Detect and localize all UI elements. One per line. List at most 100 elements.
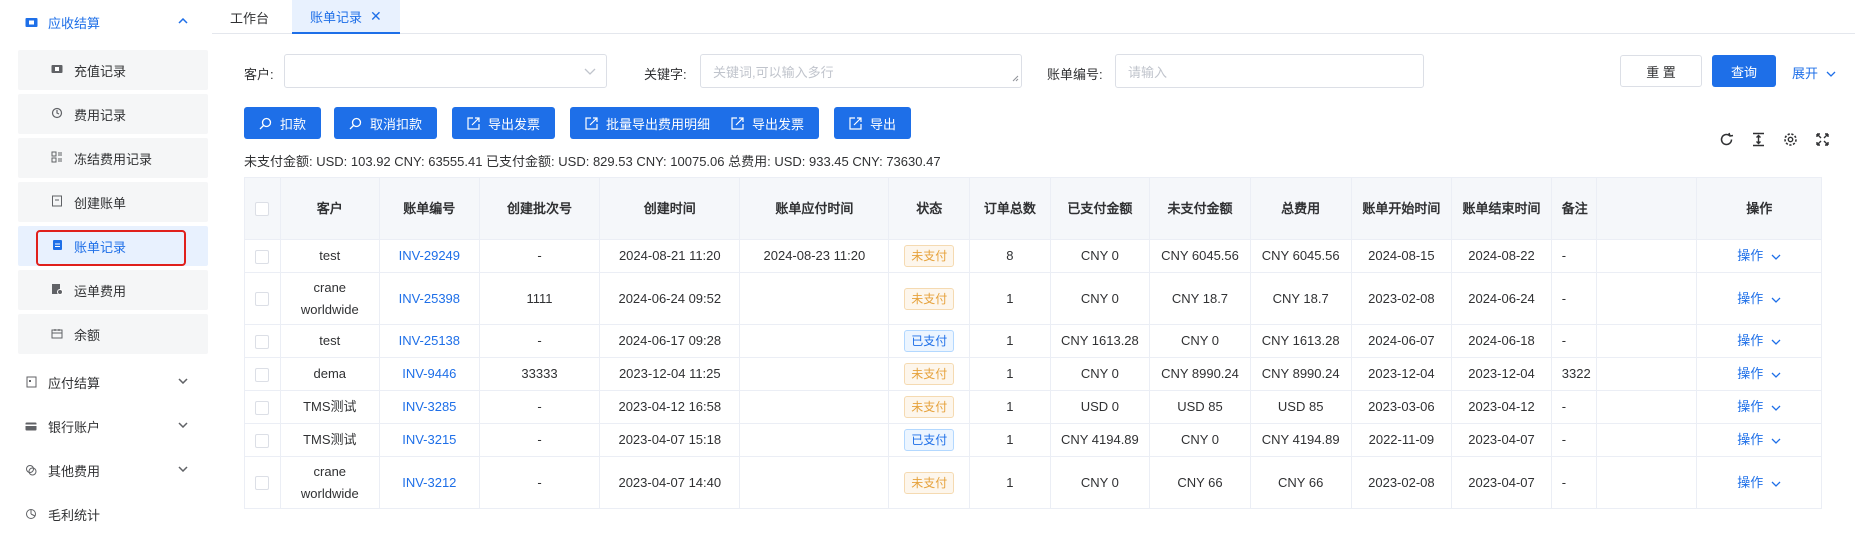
- cell-end: 2023-04-12: [1451, 390, 1552, 424]
- status-badge: 未支付: [904, 471, 955, 494]
- sidebar-item-waybill-fees[interactable]: 运单费用: [18, 270, 208, 310]
- col-start: 账单开始时间: [1350, 177, 1453, 240]
- export-invoice-button-2[interactable]: 导出发票: [716, 107, 820, 139]
- spacer-cell: [1595, 239, 1698, 273]
- batch-export-fee-details-button[interactable]: 批量导出费用明细: [570, 107, 726, 139]
- cell-total: CNY 6045.56: [1249, 239, 1352, 273]
- selection-highlight-box: [36, 230, 186, 266]
- row-checkbox[interactable]: [244, 239, 281, 273]
- cell-created: 2024-06-24 09:52: [599, 272, 741, 325]
- bill-no-input[interactable]: 请输入: [1115, 54, 1424, 88]
- sidebar-item-balance[interactable]: 余额: [18, 314, 208, 354]
- cell-status: 未支付: [888, 239, 971, 273]
- row-actions-dropdown[interactable]: 操作: [1696, 357, 1822, 391]
- cell-due: 2024-08-23 11:20: [739, 239, 890, 273]
- cell-bill-no: INV-3285: [379, 390, 480, 424]
- gear-icon[interactable]: [1781, 130, 1799, 148]
- row-actions-dropdown[interactable]: 操作: [1696, 324, 1822, 358]
- cell-end: 2023-12-04: [1451, 357, 1552, 391]
- row-checkbox[interactable]: [244, 456, 281, 509]
- export-icon: [731, 116, 744, 130]
- bill-no-link[interactable]: INV-9446: [402, 366, 456, 381]
- bill-no-link[interactable]: INV-3212: [402, 475, 456, 490]
- status-badge: 未支付: [904, 363, 955, 385]
- bill-no-link[interactable]: INV-3215: [402, 432, 456, 447]
- menu-group-bank-account[interactable]: 银行账户: [0, 404, 212, 448]
- recharge-icon: [50, 62, 64, 76]
- cell-status: 已支付: [888, 423, 971, 457]
- cell-due: [739, 324, 890, 358]
- select-all-checkbox[interactable]: [244, 177, 281, 240]
- table-row: crane worldwide INV-3212-2023-04-07 14:40…: [244, 456, 1822, 509]
- keyword-placeholder: 关键词,可以输入多行: [713, 64, 834, 80]
- cell-unpaid: CNY 6045.56: [1149, 239, 1251, 273]
- cell-remark: -: [1550, 272, 1597, 325]
- deduct-button[interactable]: 扣款: [244, 107, 322, 139]
- sidebar-item-recharge[interactable]: 充值记录: [18, 50, 208, 90]
- row-actions-dropdown[interactable]: 操作: [1696, 272, 1822, 325]
- bill-no-link[interactable]: INV-29249: [399, 248, 460, 263]
- status-badge: 已支付: [904, 330, 955, 352]
- cancel-deduct-button[interactable]: 取消扣款: [334, 107, 438, 139]
- export-button[interactable]: 导出: [834, 107, 912, 139]
- row-checkbox[interactable]: [244, 272, 281, 325]
- col-end: 账单结束时间: [1451, 177, 1552, 240]
- bill-no-label: 账单编号:: [1047, 67, 1103, 82]
- cell-status: 未支付: [888, 390, 971, 424]
- cell-remark: -: [1550, 456, 1597, 509]
- spacer-cell: [1595, 456, 1698, 509]
- cell-batch: -: [478, 456, 601, 509]
- row-actions-dropdown[interactable]: 操作: [1696, 239, 1822, 273]
- cell-orders: 1: [969, 423, 1051, 457]
- cell-due: [739, 423, 890, 457]
- cell-unpaid: CNY 66: [1149, 456, 1251, 509]
- cell-orders: 1: [969, 272, 1051, 325]
- row-actions-dropdown[interactable]: 操作: [1696, 423, 1822, 457]
- fullscreen-icon[interactable]: [1813, 130, 1831, 148]
- menu-group-payable[interactable]: 应付结算: [0, 360, 212, 404]
- sidebar-item-fee-record[interactable]: 费用记录: [18, 94, 208, 134]
- cell-orders: 1: [969, 456, 1051, 509]
- sidebar-item-frozen-fees[interactable]: 冻结费用记录: [18, 138, 208, 178]
- tab-label: 账单记录: [310, 9, 363, 25]
- bill-no-link[interactable]: INV-3285: [402, 399, 456, 414]
- customer-select[interactable]: [284, 54, 607, 88]
- row-actions-dropdown[interactable]: 操作: [1696, 456, 1822, 509]
- cell-batch: 1111: [478, 272, 601, 325]
- bill-no-link[interactable]: INV-25398: [399, 291, 460, 306]
- row-checkbox[interactable]: [244, 423, 281, 457]
- col-total: 总费用: [1249, 177, 1352, 240]
- reset-button[interactable]: 重 置: [1620, 55, 1702, 87]
- row-actions-dropdown[interactable]: 操作: [1696, 390, 1822, 424]
- expand-toggle[interactable]: 展开: [1792, 63, 1836, 82]
- keyword-textarea[interactable]: 关键词,可以输入多行: [700, 54, 1022, 88]
- cell-customer: crane worldwide: [279, 272, 381, 325]
- menu-group-gross-profit[interactable]: 毛利统计: [0, 492, 212, 536]
- row-checkbox[interactable]: [244, 324, 281, 358]
- row-checkbox[interactable]: [244, 390, 281, 424]
- cell-created: 2024-06-17 09:28: [599, 324, 741, 358]
- row-checkbox[interactable]: [244, 357, 281, 391]
- cell-end: 2024-08-22: [1451, 239, 1552, 273]
- cell-remark: 3322: [1550, 357, 1597, 391]
- refresh-icon[interactable]: [1717, 130, 1735, 148]
- search-icon: [349, 117, 362, 130]
- cell-customer: TMS测试: [279, 390, 381, 424]
- row-actions-label: 操作: [1737, 333, 1764, 348]
- tab-workbench[interactable]: 工作台: [212, 0, 287, 34]
- menu-group-other-fees[interactable]: 其他费用: [0, 448, 212, 492]
- cell-orders: 1: [969, 357, 1051, 391]
- sidebar-item-create-bill[interactable]: 创建账单: [18, 182, 208, 222]
- cell-unpaid: CNY 18.7: [1149, 272, 1251, 325]
- search-button[interactable]: 查询: [1712, 55, 1776, 87]
- export-invoice-button[interactable]: 导出发票: [452, 107, 556, 139]
- tab-bill-records[interactable]: 账单记录 ✕: [292, 0, 400, 34]
- bill-no-link[interactable]: INV-25138: [399, 333, 460, 348]
- close-icon[interactable]: ✕: [370, 8, 382, 25]
- menu-group-receivable[interactable]: 应收结算: [0, 0, 212, 44]
- chevron-down-icon: [176, 374, 190, 388]
- col-batch: 创建批次号: [478, 177, 601, 240]
- menu-group-label: 其他费用: [48, 463, 101, 479]
- spacer-cell: [1595, 390, 1698, 424]
- column-height-icon[interactable]: [1749, 130, 1767, 148]
